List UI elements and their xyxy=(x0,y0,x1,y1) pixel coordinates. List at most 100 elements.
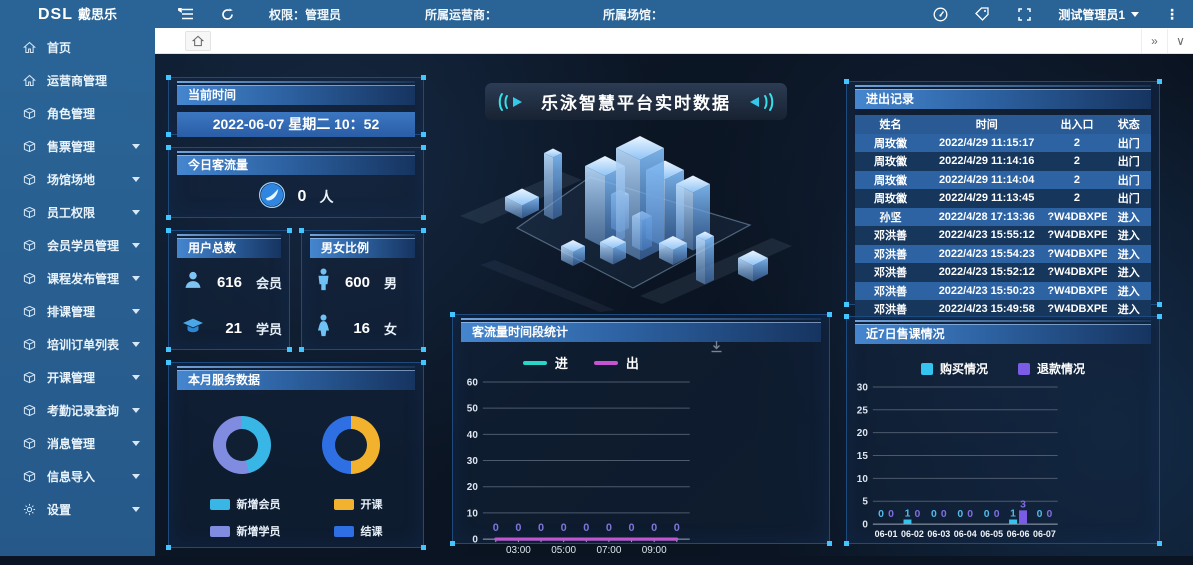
sidebar-item-message-mgmt[interactable]: 消息管理 xyxy=(0,427,155,460)
svg-text:0: 0 xyxy=(941,509,947,520)
sidebar-item-class-mgmt[interactable]: 开课管理 xyxy=(0,361,155,394)
svg-text:0: 0 xyxy=(515,522,521,534)
sidebar-item-operator-mgmt[interactable]: 运营商管理 xyxy=(0,64,155,97)
cube-icon xyxy=(23,206,36,219)
sidebar-item-training-orders[interactable]: 培训订单列表 xyxy=(0,328,155,361)
table-row: 孙坚2022/4/28 17:13:36?W4DBXPE进入 xyxy=(855,208,1151,227)
stat-label: 男 xyxy=(384,273,397,292)
legend-swatch xyxy=(334,526,354,537)
cube-icon xyxy=(23,239,36,252)
download-icon[interactable] xyxy=(710,340,723,358)
panel-corner-accent xyxy=(421,132,426,137)
panel-corner-accent xyxy=(166,145,171,150)
stat-label: 学员 xyxy=(256,319,282,338)
sidebar-item-home[interactable]: 首页 xyxy=(0,31,155,64)
sidebar-item-label: 售票管理 xyxy=(47,138,95,155)
sidebar-item-settings[interactable]: 设置 xyxy=(0,493,155,526)
sidebar-item-schedule-mgmt[interactable]: 排课管理 xyxy=(0,295,155,328)
svg-text:0: 0 xyxy=(472,535,478,546)
column-header: 姓名 xyxy=(855,115,926,134)
tag-icon[interactable] xyxy=(974,6,990,22)
sidebar-item-course-publish[interactable]: 课程发布管理 xyxy=(0,262,155,295)
table-cell: 2022/4/23 15:50:23 xyxy=(926,282,1047,301)
panel-current-time: 当前时间 2022-06-07 星期二 10：52 xyxy=(168,77,424,135)
more-menu-icon[interactable]: ⋮ xyxy=(1165,6,1179,23)
column-header: 状态 xyxy=(1107,115,1151,134)
sidebar-item-info-import[interactable]: 信息导入 xyxy=(0,460,155,493)
sidebar-item-staff-perms[interactable]: 员工权限 xyxy=(0,196,155,229)
svg-text:0: 0 xyxy=(583,522,589,534)
sidebar-item-role-mgmt[interactable]: 角色管理 xyxy=(0,97,155,130)
legend-label-out: 出 xyxy=(626,353,639,372)
sidebar-item-member-mgmt[interactable]: 会员学员管理 xyxy=(0,229,155,262)
sidebar-item-ticket-mgmt[interactable]: 售票管理 xyxy=(0,130,155,163)
svg-text:05:00: 05:00 xyxy=(551,545,576,556)
gear-icon xyxy=(23,503,36,516)
column-header: 时间 xyxy=(926,115,1047,134)
chevron-down-icon xyxy=(132,342,140,347)
table-cell: 邓洪善 xyxy=(855,226,926,245)
svg-text:50: 50 xyxy=(467,404,479,415)
user-menu[interactable]: 测试管理员1 xyxy=(1058,6,1139,23)
table-row: 周玫徽2022/4/29 11:14:042出门 xyxy=(855,171,1151,190)
panel-title: 客流量时间段统计 xyxy=(461,322,821,342)
panel-title: 男女比例 xyxy=(310,238,415,258)
stat-value: 616 xyxy=(214,274,242,291)
svg-text:06-04: 06-04 xyxy=(954,529,977,539)
legend-swatch xyxy=(210,499,230,510)
table-cell: 邓洪善 xyxy=(855,263,926,282)
panel-total-users: 用户总数 616会员21学员 xyxy=(168,230,290,350)
table-cell: 进入 xyxy=(1107,282,1151,301)
panel-corner-accent xyxy=(844,314,849,319)
table-row: 周玫徽2022/4/29 11:14:162出门 xyxy=(855,152,1151,171)
table-cell: 2 xyxy=(1047,152,1106,171)
cube-icon xyxy=(23,107,36,120)
banner-left-decoration xyxy=(498,92,528,112)
stat-value: 21 xyxy=(214,320,242,337)
donut-chart-courses xyxy=(322,416,380,474)
svg-text:0: 0 xyxy=(651,522,657,534)
table-cell: 进入 xyxy=(1107,263,1151,282)
today-flow-unit: 人 xyxy=(319,187,333,207)
svg-text:0: 0 xyxy=(862,520,868,531)
panel-corner-accent xyxy=(827,541,832,546)
tab-home[interactable] xyxy=(185,31,211,51)
legend-swatch-buy xyxy=(921,363,933,375)
sidebar-item-label: 首页 xyxy=(47,39,71,56)
collapse-menu-icon[interactable] xyxy=(177,6,193,22)
panel-corner-accent xyxy=(844,79,849,84)
sidebar-item-attendance[interactable]: 考勤记录查询 xyxy=(0,394,155,427)
refresh-icon[interactable] xyxy=(219,6,235,22)
panel-corner-accent xyxy=(421,545,426,550)
course-sales-bar-chart: 05101520253006-010006-021006-030006-0400… xyxy=(847,379,1159,554)
svg-text:06-05: 06-05 xyxy=(980,529,1003,539)
cube-icon xyxy=(23,404,36,417)
fullscreen-icon[interactable] xyxy=(1016,6,1032,22)
svg-text:0: 0 xyxy=(538,522,544,534)
chevron-down-icon xyxy=(132,408,140,413)
svg-text:10: 10 xyxy=(467,508,479,519)
stat-value: 16 xyxy=(342,320,370,337)
tabs-dropdown-icon[interactable]: ∨ xyxy=(1167,29,1193,53)
gauge-icon[interactable] xyxy=(932,6,948,22)
visitor-flow-icon xyxy=(259,182,285,213)
home-icon xyxy=(23,41,36,54)
legend-label: 开课 xyxy=(361,496,383,512)
table-cell: ?W4DBXPE xyxy=(1047,263,1106,282)
panel-today-flow: 今日客流量 0 人 xyxy=(168,147,424,218)
panel-corner-accent xyxy=(287,228,292,233)
panel-monthly-service: 本月服务数据 新增会员 新增学员 开课 xyxy=(168,362,424,548)
panel-course-sales-chart: 近7日售课情况 购买情况 退款情况 05101520253006-010006-… xyxy=(846,316,1160,544)
panel-corner-accent xyxy=(844,541,849,546)
svg-text:0: 0 xyxy=(878,509,884,520)
svg-text:09:00: 09:00 xyxy=(642,545,667,556)
svg-text:30: 30 xyxy=(467,456,479,467)
tabs-overflow-icon[interactable]: » xyxy=(1141,29,1167,53)
sidebar-item-venue-grounds[interactable]: 场馆场地 xyxy=(0,163,155,196)
stat-label: 会员 xyxy=(256,273,282,292)
table-cell: 2022/4/29 11:14:16 xyxy=(926,152,1047,171)
table-cell: ?W4DBXPE xyxy=(1047,282,1106,301)
chevron-down-icon xyxy=(132,507,140,512)
table-cell: 2 xyxy=(1047,171,1106,190)
panel-corner-accent xyxy=(1157,314,1162,319)
